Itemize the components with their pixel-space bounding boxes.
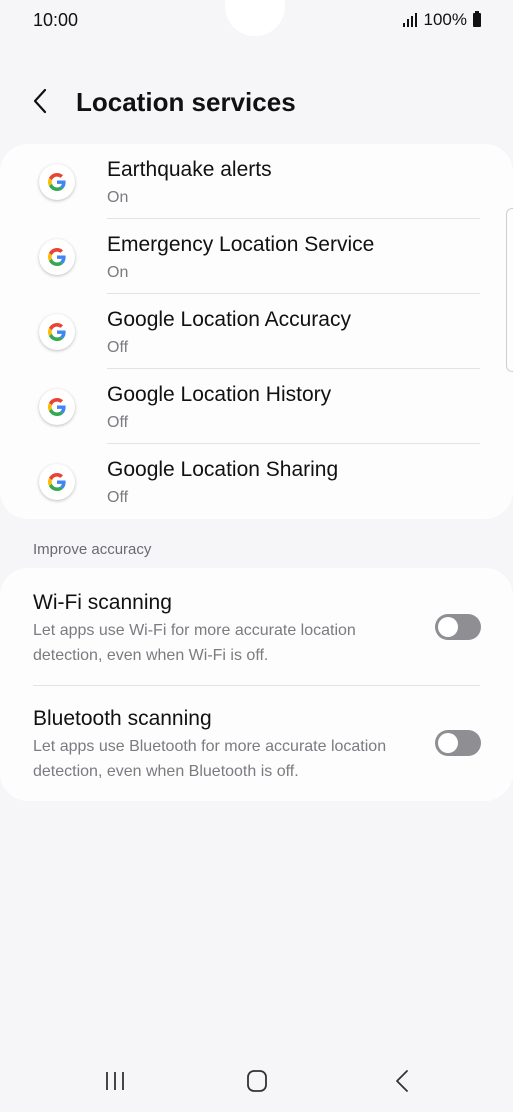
- setting-description: Let apps use Bluetooth for more accurate…: [33, 738, 387, 780]
- chevron-left-icon[interactable]: [28, 86, 56, 118]
- app-status: Off: [107, 414, 129, 431]
- list-item-google-location-history[interactable]: Google Location History Off: [0, 369, 513, 444]
- app-title: Google Location History: [107, 383, 332, 406]
- status-bar: 10:00 100%: [0, 0, 513, 40]
- camera-notch: [225, 0, 285, 36]
- section-header: Improve accuracy: [33, 541, 152, 558]
- app-title: Google Location Sharing: [107, 458, 339, 481]
- app-header: Location services: [0, 78, 513, 128]
- list-item-earthquake-alerts[interactable]: Earthquake alerts On: [0, 144, 513, 219]
- back-icon[interactable]: [382, 1066, 422, 1096]
- navigation-bar: [0, 1050, 513, 1110]
- page-title: Location services: [76, 87, 296, 117]
- setting-wifi-scanning[interactable]: Wi-Fi scanning Let apps use Wi-Fi for mo…: [0, 568, 513, 684]
- app-title: Emergency Location Service: [107, 233, 375, 256]
- app-title: Earthquake alerts: [107, 158, 272, 181]
- wifi-scanning-toggle[interactable]: [435, 614, 481, 640]
- google-g-icon: [39, 314, 75, 350]
- bluetooth-scanning-toggle[interactable]: [435, 730, 481, 756]
- toggle-knob: [438, 617, 458, 637]
- app-status: Off: [107, 339, 129, 356]
- toggle-knob: [438, 733, 458, 753]
- list-item-emergency-location-service[interactable]: Emergency Location Service On: [0, 219, 513, 294]
- app-title: Google Location Accuracy: [107, 308, 351, 331]
- google-g-icon: [39, 164, 75, 200]
- google-g-icon: [39, 389, 75, 425]
- status-time: 10:00: [33, 10, 79, 30]
- improve-accuracy-card: Wi-Fi scanning Let apps use Wi-Fi for mo…: [0, 568, 513, 801]
- status-indicators: 100%: [402, 10, 481, 30]
- app-status: On: [107, 264, 129, 281]
- home-icon[interactable]: [237, 1066, 277, 1096]
- battery-icon: [473, 11, 481, 27]
- google-g-icon: [39, 464, 75, 500]
- list-item-google-location-sharing[interactable]: Google Location Sharing Off: [0, 444, 513, 519]
- recents-icon[interactable]: [95, 1066, 135, 1096]
- setting-title: Bluetooth scanning: [33, 707, 212, 730]
- setting-description: Let apps use Wi-Fi for more accurate loc…: [33, 622, 356, 664]
- scrollbar[interactable]: [506, 208, 513, 372]
- setting-title: Wi-Fi scanning: [33, 591, 172, 614]
- app-status: Off: [107, 489, 129, 506]
- signal-icon: [402, 13, 417, 27]
- list-item-google-location-accuracy[interactable]: Google Location Accuracy Off: [0, 294, 513, 369]
- google-g-icon: [39, 239, 75, 275]
- location-apps-card: Earthquake alerts On Emergency Location …: [0, 144, 513, 519]
- app-status: On: [107, 189, 129, 206]
- battery-percentage: 100%: [423, 10, 467, 29]
- setting-bluetooth-scanning[interactable]: Bluetooth scanning Let apps use Bluetoot…: [0, 685, 513, 801]
